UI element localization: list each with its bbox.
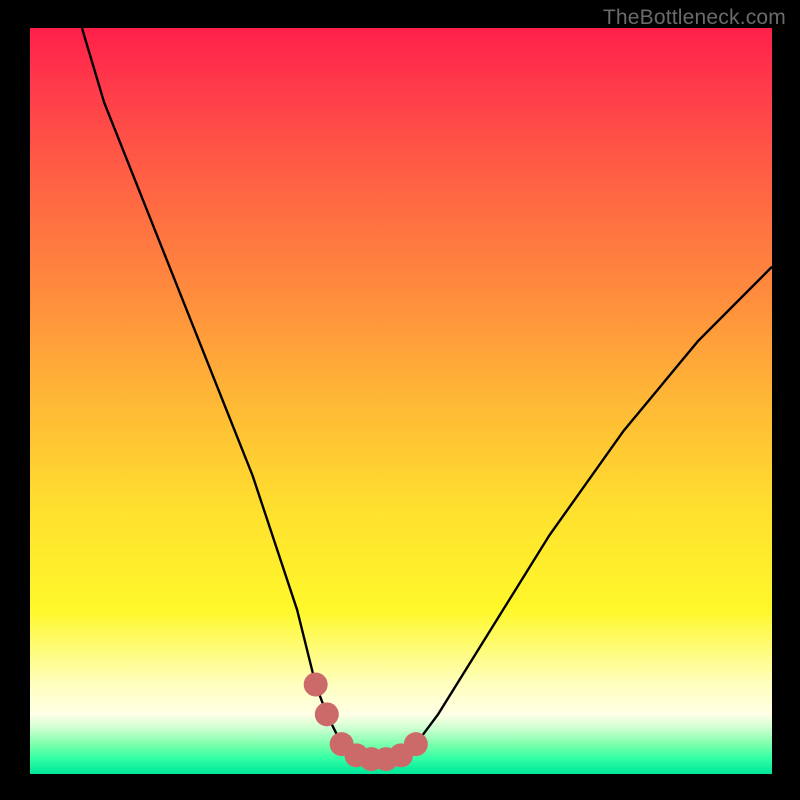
outer-frame: TheBottleneck.com (0, 0, 800, 800)
marker-group (304, 672, 428, 771)
marker-dot (304, 672, 328, 696)
bottleneck-chart-svg (30, 28, 772, 774)
marker-dot (315, 702, 339, 726)
plot-area (30, 28, 772, 774)
marker-dot (404, 732, 428, 756)
bottleneck-curve (82, 28, 772, 759)
watermark-text: TheBottleneck.com (603, 6, 786, 30)
